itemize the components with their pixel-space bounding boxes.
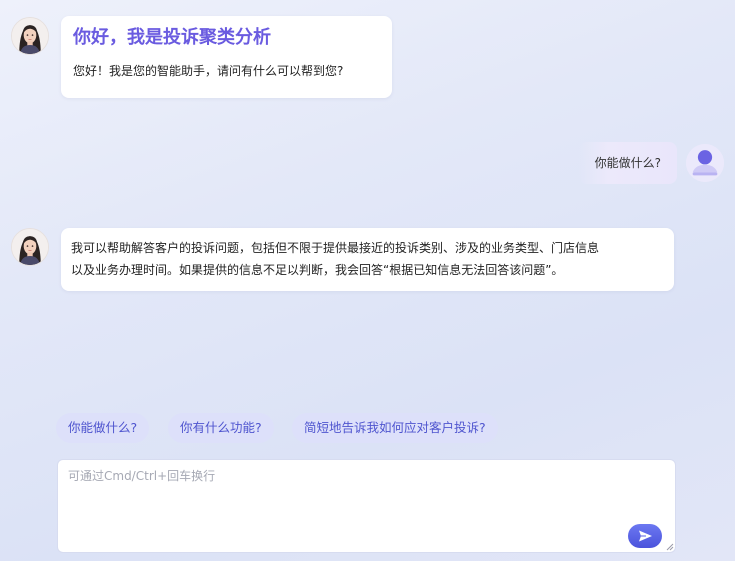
suggestion-chip[interactable]: 你有什么功能?: [168, 413, 274, 443]
assistant-answer-bubble: 我可以帮助解答客户的投诉问题，包括但不限于提供最接近的投诉类别、涉及的业务类型、…: [61, 228, 674, 291]
answer-line-1: 我可以帮助解答客户的投诉问题，包括但不限于提供最接近的投诉类别、涉及的业务类型、…: [71, 241, 600, 255]
user-message-bubble: 你能做什么?: [578, 142, 677, 184]
assistant-avatar-icon: [11, 228, 49, 266]
chat-input-container: [57, 459, 676, 553]
send-button[interactable]: [628, 524, 662, 548]
greeting-title: 你好，我是投诉聚类分析: [73, 27, 271, 48]
assistant-greeting-bubble: 你好，我是投诉聚类分析 您好！我是您的智能助手，请问有什么可以帮到您?: [61, 16, 392, 98]
user-avatar-icon: [686, 144, 724, 182]
chat-input[interactable]: [58, 460, 675, 552]
suggestion-chip[interactable]: 简短地告诉我如何应对客户投诉?: [292, 413, 498, 443]
answer-line-2: 以及业务办理时间。如果提供的信息不足以判断，我会回答“根据已知信息无法回答该问题…: [71, 263, 564, 277]
resize-grip-icon[interactable]: [665, 542, 674, 551]
assistant-avatar-icon: [11, 17, 49, 55]
greeting-text: 您好！我是您的智能助手，请问有什么可以帮到您?: [73, 64, 344, 78]
send-icon: [639, 530, 652, 542]
suggestion-chip[interactable]: 你能做什么?: [56, 413, 150, 443]
